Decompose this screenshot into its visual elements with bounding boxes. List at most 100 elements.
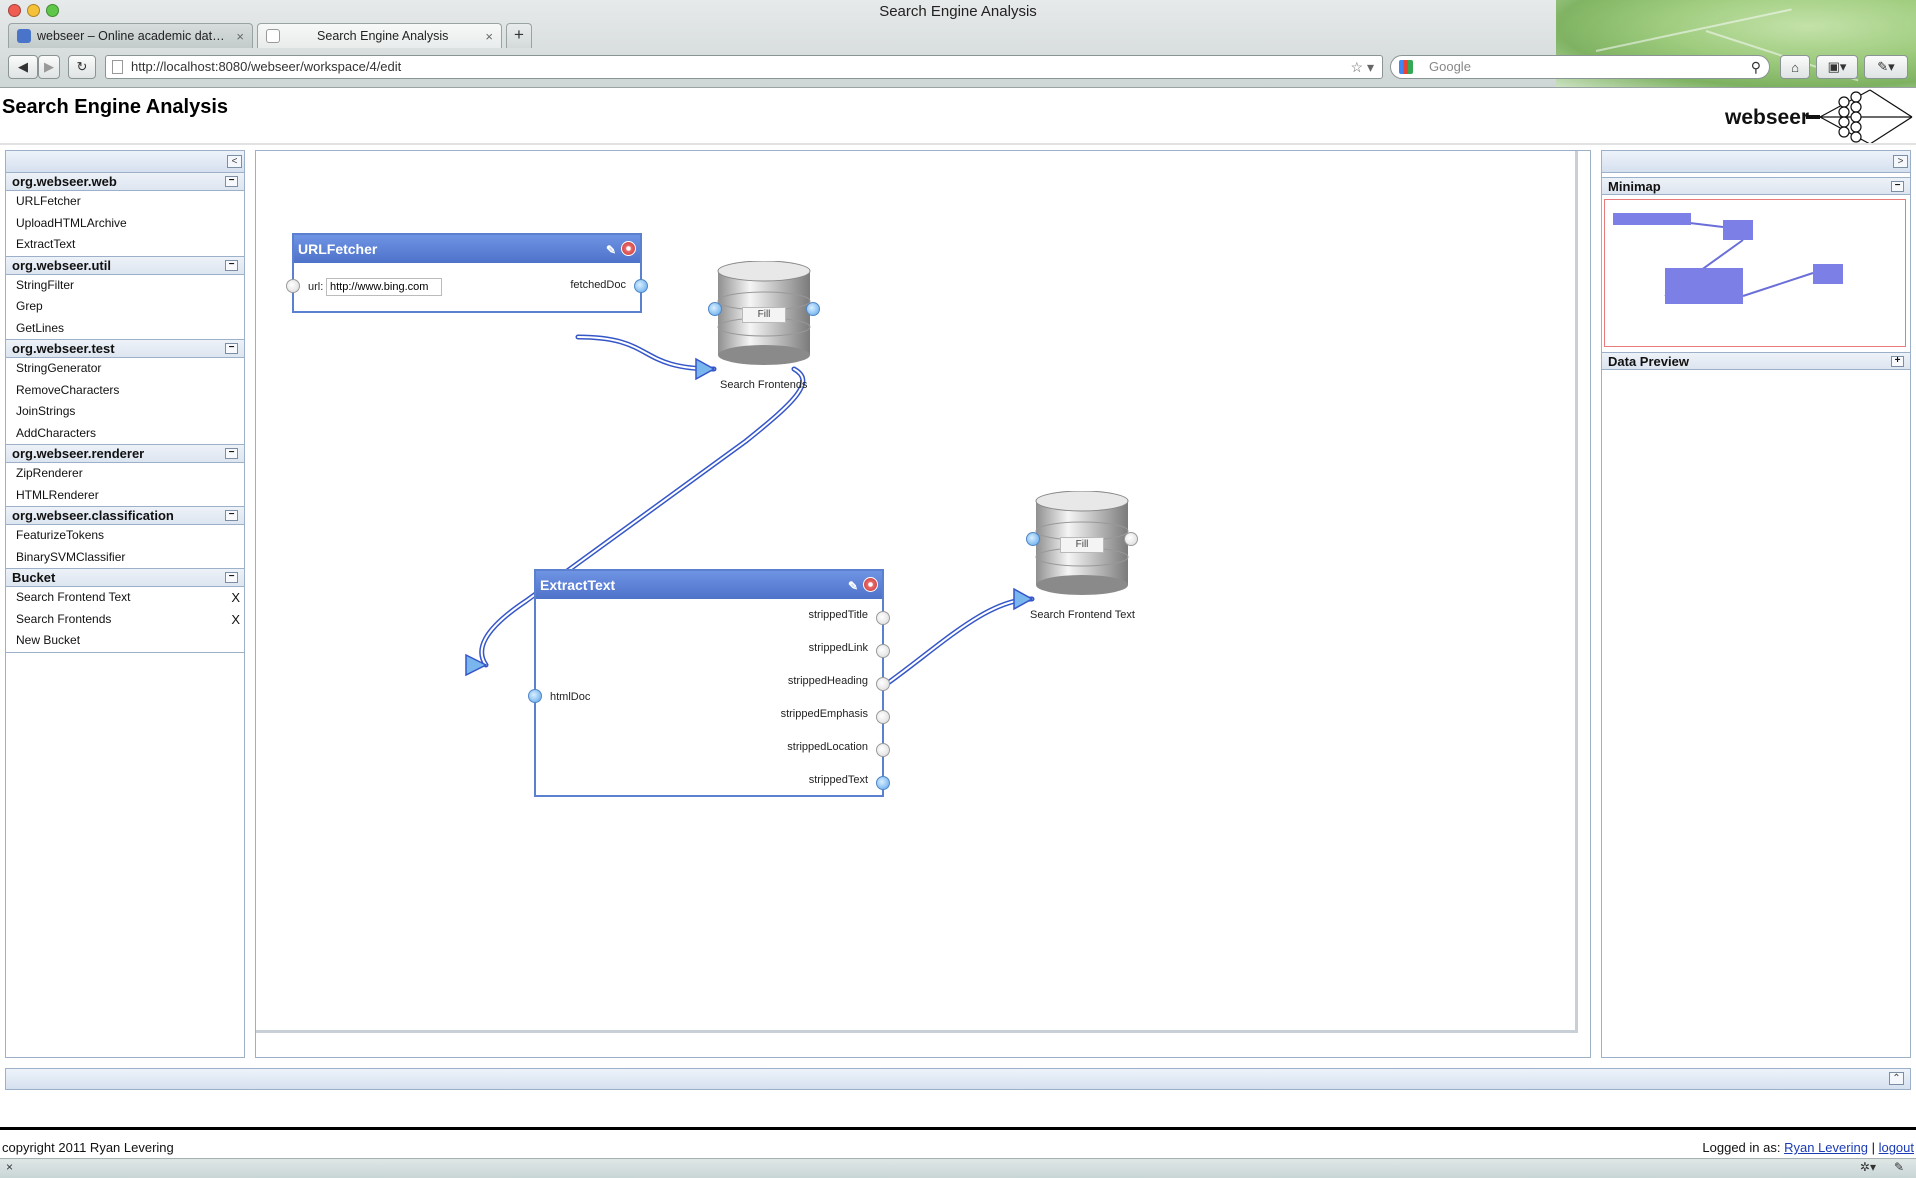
remove-node-icon[interactable] xyxy=(621,241,636,256)
window-title: Search Engine Analysis xyxy=(879,3,1037,20)
palette-item[interactable]: UploadHTMLArchive xyxy=(6,213,244,235)
tab-close-icon[interactable]: × xyxy=(485,29,493,44)
palette-item[interactable]: ExtractText xyxy=(6,234,244,256)
output-label: strippedLink xyxy=(808,642,868,654)
node-header[interactable]: ExtractText ✎ xyxy=(536,571,882,599)
addon-icon[interactable]: ✲▾ xyxy=(1860,1160,1876,1174)
palette-item[interactable]: RemoveCharacters xyxy=(6,380,244,402)
bucket-search-frontend-text[interactable]: Fill Search Frontend Text xyxy=(1026,491,1172,621)
bucket-output-terminal[interactable] xyxy=(806,302,820,316)
bucket-output-terminal[interactable] xyxy=(1124,532,1138,546)
bucket-label: New Bucket xyxy=(16,633,81,647)
expand-data-preview-icon[interactable]: + xyxy=(1891,356,1904,367)
palette-group-header[interactable]: org.webseer.renderer − xyxy=(6,445,244,463)
bucket-group-header[interactable]: Bucket − xyxy=(6,569,244,587)
url-input-terminal[interactable] xyxy=(286,279,300,293)
delete-bucket-button[interactable]: X xyxy=(231,609,240,630)
palette-group-header[interactable]: org.webseer.classification − xyxy=(6,507,244,525)
bucket-item[interactable]: Search Frontends X xyxy=(6,609,244,631)
collapse-left-icon[interactable]: < xyxy=(227,155,242,168)
collapse-group-icon[interactable]: − xyxy=(225,572,238,583)
plugin-icon[interactable]: ✎ xyxy=(1894,1160,1904,1174)
input-arrow-icon xyxy=(1013,587,1034,611)
workflow-canvas[interactable]: URLFetcher ✎ url: fetchedDoc xyxy=(256,151,1578,1033)
palette-item[interactable]: GetLines xyxy=(6,318,244,340)
tab-webseer[interactable]: webseer – Online academic dat… × xyxy=(8,23,253,48)
tab-search-engine-analysis[interactable]: Search Engine Analysis × xyxy=(257,23,502,48)
collapse-group-icon[interactable]: − xyxy=(225,510,238,521)
palette-item[interactable]: FeaturizeTokens xyxy=(6,525,244,547)
collapse-minimap-icon[interactable]: − xyxy=(1891,181,1904,192)
search-icon[interactable]: ⚲ xyxy=(1751,56,1761,78)
output-label: strippedText xyxy=(808,774,868,786)
remove-node-icon[interactable] xyxy=(863,577,878,592)
strippedlocation-output-terminal[interactable] xyxy=(876,743,890,757)
footer-divider xyxy=(0,1127,1916,1130)
strippedtitle-output-terminal[interactable] xyxy=(876,611,890,625)
output-label: strippedTitle xyxy=(808,609,868,621)
status-close-icon[interactable]: × xyxy=(6,1160,13,1174)
group-name: org.webseer.renderer xyxy=(12,446,145,461)
collapse-group-icon[interactable]: − xyxy=(225,259,238,271)
bookmarks-button[interactable]: ▣▾ xyxy=(1816,55,1858,79)
search-input[interactable]: Google ⚲ xyxy=(1390,55,1770,79)
edit-node-icon[interactable]: ✎ xyxy=(606,236,616,264)
palette-item[interactable]: URLFetcher xyxy=(6,191,244,213)
strippedemphasis-output-terminal[interactable] xyxy=(876,710,890,724)
back-button[interactable]: ◀ xyxy=(8,55,38,79)
bucket-input-terminal[interactable] xyxy=(1026,532,1040,546)
strippedtext-output-terminal[interactable] xyxy=(876,776,890,790)
logout-link[interactable]: logout xyxy=(1879,1140,1914,1155)
palette-group-header[interactable]: org.webseer.test − xyxy=(6,340,244,358)
bucket-search-frontends[interactable]: Fill Search Frontends xyxy=(708,261,854,391)
htmldoc-input-terminal[interactable] xyxy=(528,689,542,703)
fill-button[interactable]: Fill xyxy=(742,307,786,323)
forward-button[interactable]: ▶ xyxy=(38,55,60,79)
palette-item[interactable]: AddCharacters xyxy=(6,423,244,445)
urlfetcher-node[interactable]: URLFetcher ✎ url: fetchedDoc xyxy=(286,233,648,313)
home-button[interactable]: ⌂ xyxy=(1780,55,1810,79)
minimap-header[interactable]: Minimap − xyxy=(1602,177,1910,195)
minimap[interactable] xyxy=(1604,199,1906,347)
palette-item[interactable]: BinarySVMClassifier xyxy=(6,547,244,569)
user-link[interactable]: Ryan Levering xyxy=(1784,1140,1868,1155)
tools-button[interactable]: ✎▾ xyxy=(1864,55,1908,79)
input-arrow-icon xyxy=(695,357,716,381)
bookmark-star-icon[interactable]: ☆ ▾ xyxy=(1351,56,1374,78)
palette-item[interactable]: HTMLRenderer xyxy=(6,485,244,507)
fill-button[interactable]: Fill xyxy=(1060,537,1104,553)
new-tab-button[interactable]: + xyxy=(506,23,532,48)
neural-net-logo-icon xyxy=(1806,89,1913,144)
palette-item[interactable]: ZipRenderer xyxy=(6,463,244,485)
strippedlink-output-terminal[interactable] xyxy=(876,644,890,658)
delete-bucket-button[interactable]: X xyxy=(231,587,240,608)
fetcheddoc-output-terminal[interactable] xyxy=(634,279,648,293)
collapse-group-icon[interactable]: − xyxy=(225,176,238,187)
palette-item[interactable]: StringGenerator xyxy=(6,358,244,380)
data-preview-header[interactable]: Data Preview + xyxy=(1602,352,1910,370)
collapse-right-icon[interactable]: > xyxy=(1893,155,1908,168)
extracttext-node[interactable]: ExtractText ✎ htmlDoc strippedTitle stri… xyxy=(528,569,890,797)
group-name: org.webseer.classification xyxy=(12,508,174,523)
collapse-group-icon[interactable]: − xyxy=(225,448,238,459)
node-header[interactable]: URLFetcher ✎ xyxy=(294,235,640,263)
expand-bottom-icon[interactable]: ⌃ xyxy=(1889,1072,1904,1085)
node-title: ExtractText xyxy=(540,577,616,593)
group-name: org.webseer.web xyxy=(12,174,117,189)
bucket-item[interactable]: Search Frontend Text X xyxy=(6,587,244,609)
palette-group-header[interactable]: org.webseer.web − xyxy=(6,173,244,191)
collapse-group-icon[interactable]: − xyxy=(225,343,238,354)
palette-item[interactable]: JoinStrings xyxy=(6,401,244,423)
palette-item[interactable]: StringFilter xyxy=(6,275,244,297)
palette-item[interactable]: Grep xyxy=(6,296,244,318)
strippedheading-output-terminal[interactable] xyxy=(876,677,890,691)
reload-button[interactable]: ↻ xyxy=(68,55,96,79)
workflow-canvas-frame: URLFetcher ✎ url: fetchedDoc xyxy=(255,150,1591,1058)
edit-node-icon[interactable]: ✎ xyxy=(848,572,858,600)
url-param-input[interactable] xyxy=(326,278,442,296)
new-bucket-item[interactable]: New Bucket xyxy=(6,630,244,652)
tab-close-icon[interactable]: × xyxy=(236,29,244,44)
bucket-input-terminal[interactable] xyxy=(708,302,722,316)
url-input[interactable]: http://localhost:8080/webseer/workspace/… xyxy=(105,55,1383,79)
palette-group-header[interactable]: org.webseer.util − xyxy=(6,256,244,275)
